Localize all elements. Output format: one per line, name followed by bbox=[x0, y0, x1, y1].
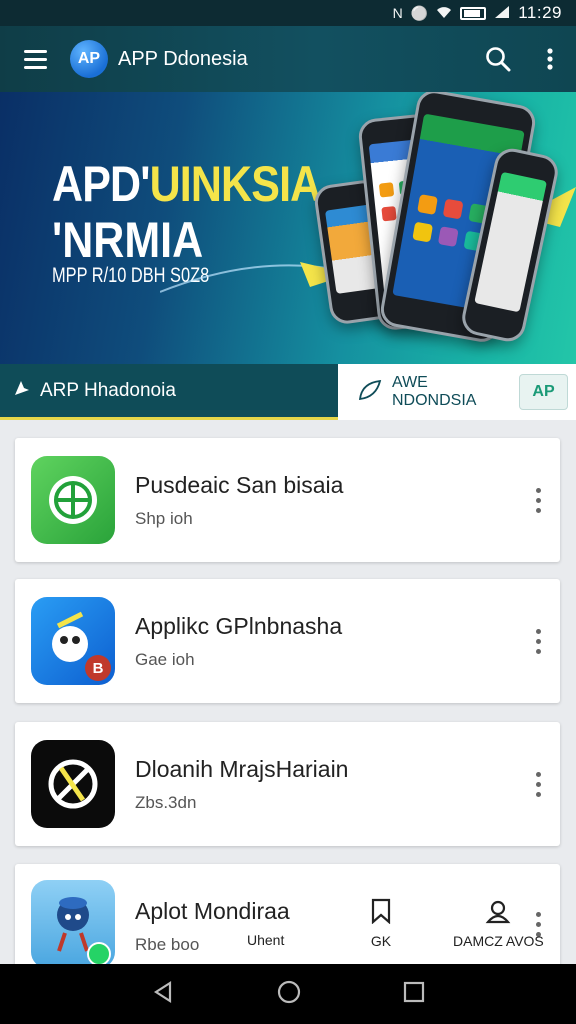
action-bookmark[interactable]: GK bbox=[369, 898, 393, 949]
tab-secondary[interactable]: AWE NDONDSIA AP bbox=[338, 364, 576, 420]
whatsapp-badge-icon bbox=[87, 942, 111, 966]
app-icon-globe bbox=[31, 456, 115, 544]
alarm-icon: ⚪ bbox=[410, 4, 429, 21]
app-icon-robot bbox=[31, 880, 115, 968]
app-subtitle: Zbs.3dn bbox=[135, 792, 197, 812]
account-icon bbox=[485, 898, 511, 927]
wifi-icon bbox=[436, 5, 452, 22]
search-icon[interactable] bbox=[472, 26, 524, 92]
overflow-menu-icon[interactable] bbox=[524, 26, 576, 92]
app-title: Dloanih MrajsHariain bbox=[135, 755, 349, 782]
menu-icon[interactable] bbox=[0, 26, 70, 92]
app-logo: AP bbox=[70, 40, 108, 78]
app-subtitle: Shp ioh bbox=[135, 508, 193, 528]
app-subtitle: Gae ioh bbox=[135, 649, 195, 669]
more-options-icon[interactable] bbox=[518, 611, 558, 671]
more-options-icon[interactable] bbox=[518, 754, 558, 814]
action-account[interactable]: DAMCZ AVOS bbox=[453, 898, 544, 949]
back-icon[interactable] bbox=[151, 980, 175, 1009]
app-icon-blocked bbox=[31, 740, 115, 828]
more-options-icon[interactable] bbox=[518, 470, 558, 530]
bookmark-icon bbox=[369, 898, 393, 927]
system-nav-bar bbox=[0, 964, 576, 1024]
leaf-icon bbox=[358, 379, 382, 406]
app-card-2[interactable]: B Applikc GPlnbnasha Gae ioh bbox=[15, 579, 560, 703]
app-title: Applikc GPlnbnasha bbox=[135, 612, 343, 639]
app-badge: B bbox=[85, 655, 111, 681]
clock: 11:29 bbox=[518, 3, 562, 22]
tab-strip: ARP Hhadonoia AWE NDONDSIA AP bbox=[0, 364, 576, 420]
action-install[interactable]: Uhent bbox=[247, 904, 284, 948]
app-bar: AP APP Ddonesia bbox=[0, 26, 576, 92]
rocket-icon bbox=[12, 378, 32, 404]
app-card-3[interactable]: Dloanih MrajsHariain Zbs.3dn bbox=[15, 722, 560, 846]
promo-banner[interactable]: APD'UINKSIA 'NRMIA MPP R/10 DBH S0Z8 bbox=[0, 92, 576, 364]
action-install-label: Uhent bbox=[247, 932, 285, 948]
app-title: APP Ddonesia bbox=[118, 47, 248, 70]
tab-badge[interactable]: AP bbox=[519, 374, 568, 410]
battery-icon bbox=[460, 6, 487, 20]
action-account-label: DAMCZ AVOS bbox=[453, 933, 544, 949]
app-title: Pusdeaic San bisaia bbox=[135, 471, 344, 498]
recents-icon[interactable] bbox=[403, 981, 425, 1008]
tab-secondary-label: AWE NDONDSIA bbox=[392, 374, 477, 409]
home-icon[interactable] bbox=[276, 979, 302, 1010]
action-bookmark-label: GK bbox=[370, 933, 392, 949]
nfc-icon: N bbox=[392, 5, 403, 21]
app-icon-character: B bbox=[31, 597, 115, 685]
status-bar: N ⚪ 11:29 bbox=[0, 0, 576, 26]
signal-icon bbox=[494, 5, 510, 22]
tab-featured[interactable]: ARP Hhadonoia bbox=[0, 364, 338, 420]
banner-headline: APD'UINKSIA bbox=[52, 156, 321, 212]
app-card-1[interactable]: Pusdeaic San bisaia Shp ioh bbox=[15, 438, 560, 562]
tab-featured-label: ARP Hhadonoia bbox=[40, 379, 176, 401]
